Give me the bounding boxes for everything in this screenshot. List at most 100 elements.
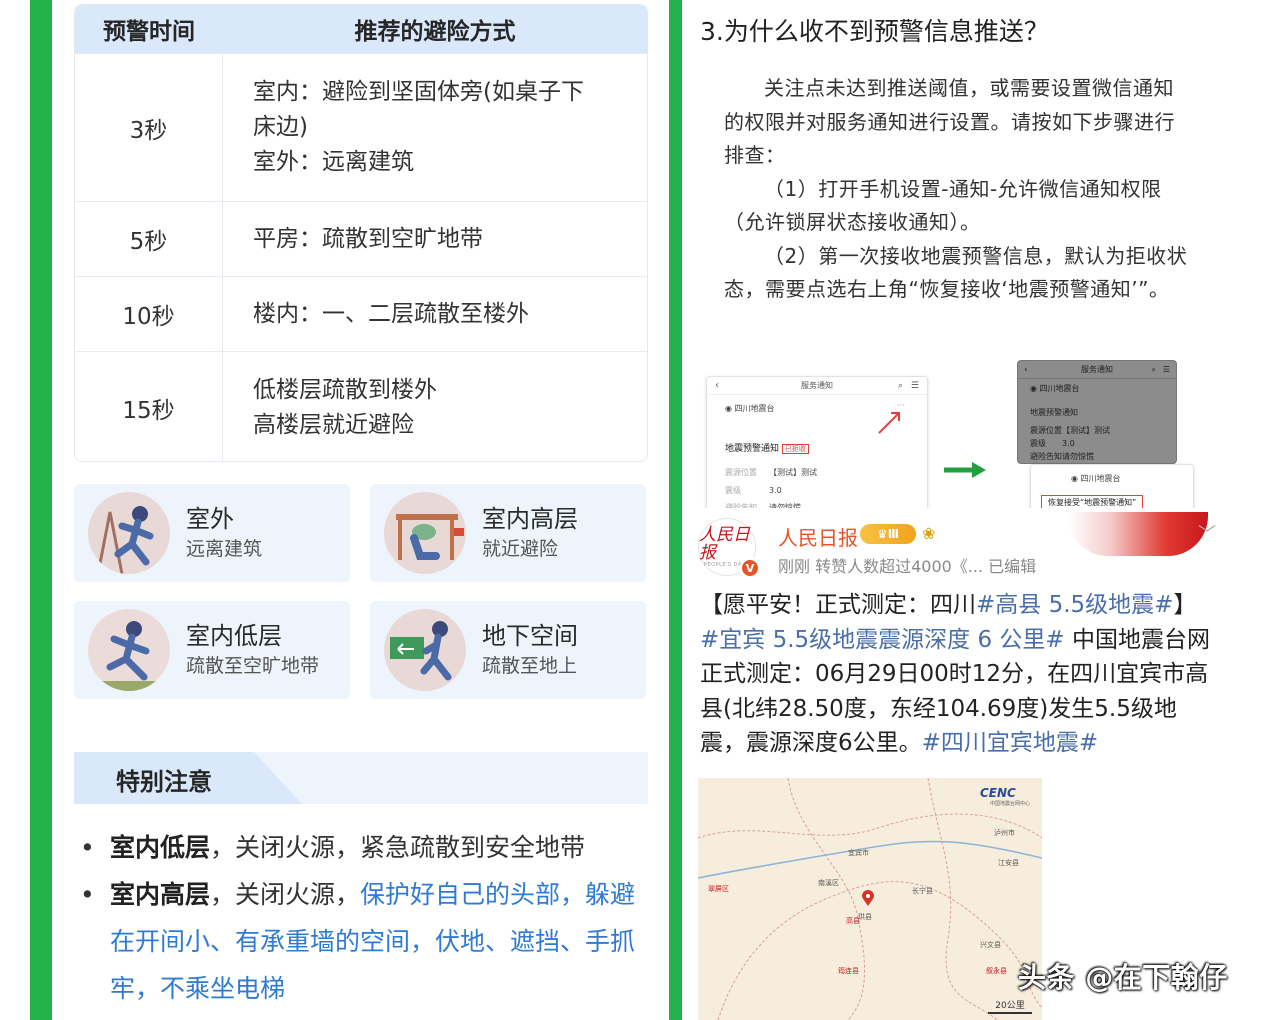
map-label: 翠屏区 [708, 885, 729, 893]
hashtag-link[interactable]: #宜宾 5.5级地震震源深度 6 公里# [700, 627, 1065, 653]
warning-time-table: 预警时间 推荐的避险方式 3秒 室内：避险到坚固体旁(如桌子下 床边) 室外：远… [74, 4, 648, 462]
info-value: 3.0 [769, 486, 782, 495]
account-name[interactable]: 人民日报 [778, 522, 858, 551]
map-label: 江安县 [998, 859, 1019, 867]
card-indoor-high: 室内高层 就近避险 [370, 484, 646, 582]
hashtag-link[interactable]: #高县 5.5级地震# [976, 592, 1173, 618]
info-value: 【测试】测试 [769, 468, 817, 477]
table-header: 预警时间 推荐的避险方式 [75, 5, 647, 53]
answer-paragraph: （2）第一次接收地震预警信息，默认为拒收状态，需要点选右上角“恢复接收‘地震预警… [724, 243, 1188, 302]
exit-sign-person-icon [384, 609, 466, 691]
notice-item-bold: 室内高层 [110, 880, 211, 909]
row-method: 平房：疏散到空旷地带 [223, 202, 647, 276]
notice-item-text: ，关闭火源， [210, 880, 361, 909]
row-time: 15秒 [75, 352, 223, 461]
rejected-status-badge: 已拒收 [781, 444, 809, 454]
person-sheltering-icon [384, 492, 466, 574]
info-value: 请勿惊慌 [1062, 452, 1094, 461]
chevron-down-icon[interactable]: ﹀ [1198, 520, 1216, 546]
epicenter-marker-icon [862, 890, 874, 906]
screenshot-header-title: 服务通知 [1081, 365, 1113, 374]
notice-label-row: 地震预警通知 已拒收 [725, 441, 809, 454]
row-method: 楼内：一、二层疏散至楼外 [223, 277, 647, 351]
table-row: 5秒 平房：疏散到空旷地带 [75, 201, 647, 276]
info-key: 震级 [1030, 439, 1046, 448]
map-label: 宜宾市 [848, 849, 869, 857]
avatar-logo-text: 人民日报 [699, 525, 750, 563]
search-icon: ⌕ [1151, 364, 1156, 374]
map-label: 兴文县 [980, 941, 1001, 949]
left-panel: 预警时间 推荐的避险方式 3秒 室内：避险到坚固体旁(如桌子下 床边) 室外：远… [52, 0, 669, 1020]
sender-name: 四川地震台 [734, 404, 775, 413]
map-label: 珙县 [858, 913, 872, 921]
header-recommended-method: 推荐的避险方式 [354, 19, 516, 45]
faq-answer: 关注点未达到推送阈值，或需要设置微信通知的权限并对服务通知进行设置。请按如下步骤… [724, 72, 1194, 307]
table-row: 3秒 室内：避险到坚固体旁(如桌子下 床边) 室外：远离建筑 [75, 53, 647, 201]
info-key: 震级 [725, 486, 741, 495]
map-label: 筠连县 [838, 967, 859, 975]
toutiao-watermark: 头条 @在下翰仔 [1018, 961, 1228, 994]
post-text-segment: 【愿平安！正式测定：四川 [700, 592, 976, 618]
card-subtitle: 远离建筑 [186, 538, 263, 560]
row-time: 5秒 [75, 202, 223, 276]
notice-title: 特别注意 [116, 768, 212, 796]
level-text: Ⅲ [887, 527, 900, 541]
running-person-outdoor-icon [88, 492, 170, 574]
map-label: 泸州市 [994, 829, 1015, 837]
cenc-logo: CENC [980, 786, 1016, 800]
menu-icon: ☰ [1162, 365, 1170, 374]
post-text-segment: 】 [1173, 592, 1197, 618]
method-line: 楼内：一、二层疏散至楼外 [253, 300, 529, 327]
notice-item: 室内低层，关闭火源，紧急疏散到安全地带 [80, 824, 650, 871]
info-row: 震源位置 【测试】测试 [725, 467, 817, 478]
card-outdoor: 室外 远离建筑 [74, 484, 350, 582]
method-line: 低楼层疏散到楼外 [253, 376, 437, 403]
post-header: 人民日报 PEOPLE'S DAILY V 人民日报 ♛ Ⅲ ❀ 刚刚 转赞人数… [690, 508, 1280, 588]
faq-question-title: 3.为什么收不到预警信息推送？ [700, 17, 1049, 46]
info-row: 震级 3.0 [1030, 438, 1075, 449]
notice-item-bold: 室内低层 [110, 833, 211, 862]
sender-row: ◉ 四川地震台 [1030, 383, 1080, 394]
info-key: 避险告知 [1030, 452, 1062, 461]
card-subtitle: 就近避险 [482, 538, 559, 560]
service-notice-screenshot: ‹ 服务通知 ⌕ ☰ ◉ 四川地震台 ··· 地震预警通知 已拒收 震源位置 【测… [706, 376, 928, 516]
method-line: 室外：远离建筑 [253, 149, 414, 175]
notice-label: 地震预警通知 [1030, 408, 1078, 417]
table-row: 10秒 楼内：一、二层疏散至楼外 [75, 276, 647, 351]
notice-item-text: ，关闭火源，紧急疏散到安全地带 [210, 833, 586, 862]
search-icon: ⌕ [897, 380, 903, 391]
sender-row: ◉ 四川地震台 [725, 403, 775, 414]
middle-green-divider [669, 0, 682, 1020]
red-flag-decoration [1068, 512, 1208, 556]
map-label: 叙永县 [986, 967, 1007, 975]
earthquake-map-image[interactable]: CENC 中国地震台网中心 宜宾市 高县 珙县 长宁县 兴文县 江安县 筠连县 … [698, 778, 1042, 1020]
card-title: 室内低层 [186, 622, 282, 650]
info-row: 震级 3.0 [725, 485, 782, 496]
menu-icon: ☰ [910, 380, 919, 391]
map-scale-bar: 20公里 [988, 1000, 1032, 1014]
method-line: 平房：疏散到空旷地带 [253, 225, 483, 252]
card-title: 室外 [186, 505, 234, 533]
hashtag-link[interactable]: #四川宜宾地震# [922, 730, 1099, 756]
method-line: 高楼层就近避险 [253, 411, 414, 438]
sender-logo-icon: ◉ [1071, 474, 1078, 483]
card-title: 地下空间 [482, 622, 578, 650]
row-method: 室内：避险到坚固体旁(如桌子下 床边) 室外：远离建筑 [223, 54, 647, 201]
sender-row: ◉ 四川地震台 [1071, 473, 1121, 484]
verified-badge: V [740, 558, 760, 578]
sender-logo-icon: ◉ [1030, 384, 1037, 393]
card-subtitle: 疏散至空旷地带 [186, 655, 320, 677]
sender-name: 四川地震台 [1080, 474, 1121, 483]
post-body: 【愿平安！正式测定：四川#高县 5.5级地震#】 #宜宾 5.5级地震震源深度 6… [700, 588, 1214, 761]
sender-logo-icon: ◉ [725, 404, 732, 413]
info-value: 3.0 [1062, 439, 1075, 448]
crown-level-badge: ♛ Ⅲ [860, 524, 916, 544]
green-arrow-icon [944, 462, 986, 478]
card-title: 室内高层 [482, 505, 578, 533]
card-subtitle: 疏散至地上 [482, 655, 578, 677]
card-indoor-low: 室内低层 疏散至空旷地带 [74, 601, 350, 699]
info-key: 震源位置 [1030, 426, 1062, 435]
table-row: 15秒 低楼层疏散到楼外 高楼层就近避险 [75, 351, 647, 461]
notice-label: 地震预警通知 [725, 444, 780, 454]
left-green-border [30, 0, 52, 1020]
